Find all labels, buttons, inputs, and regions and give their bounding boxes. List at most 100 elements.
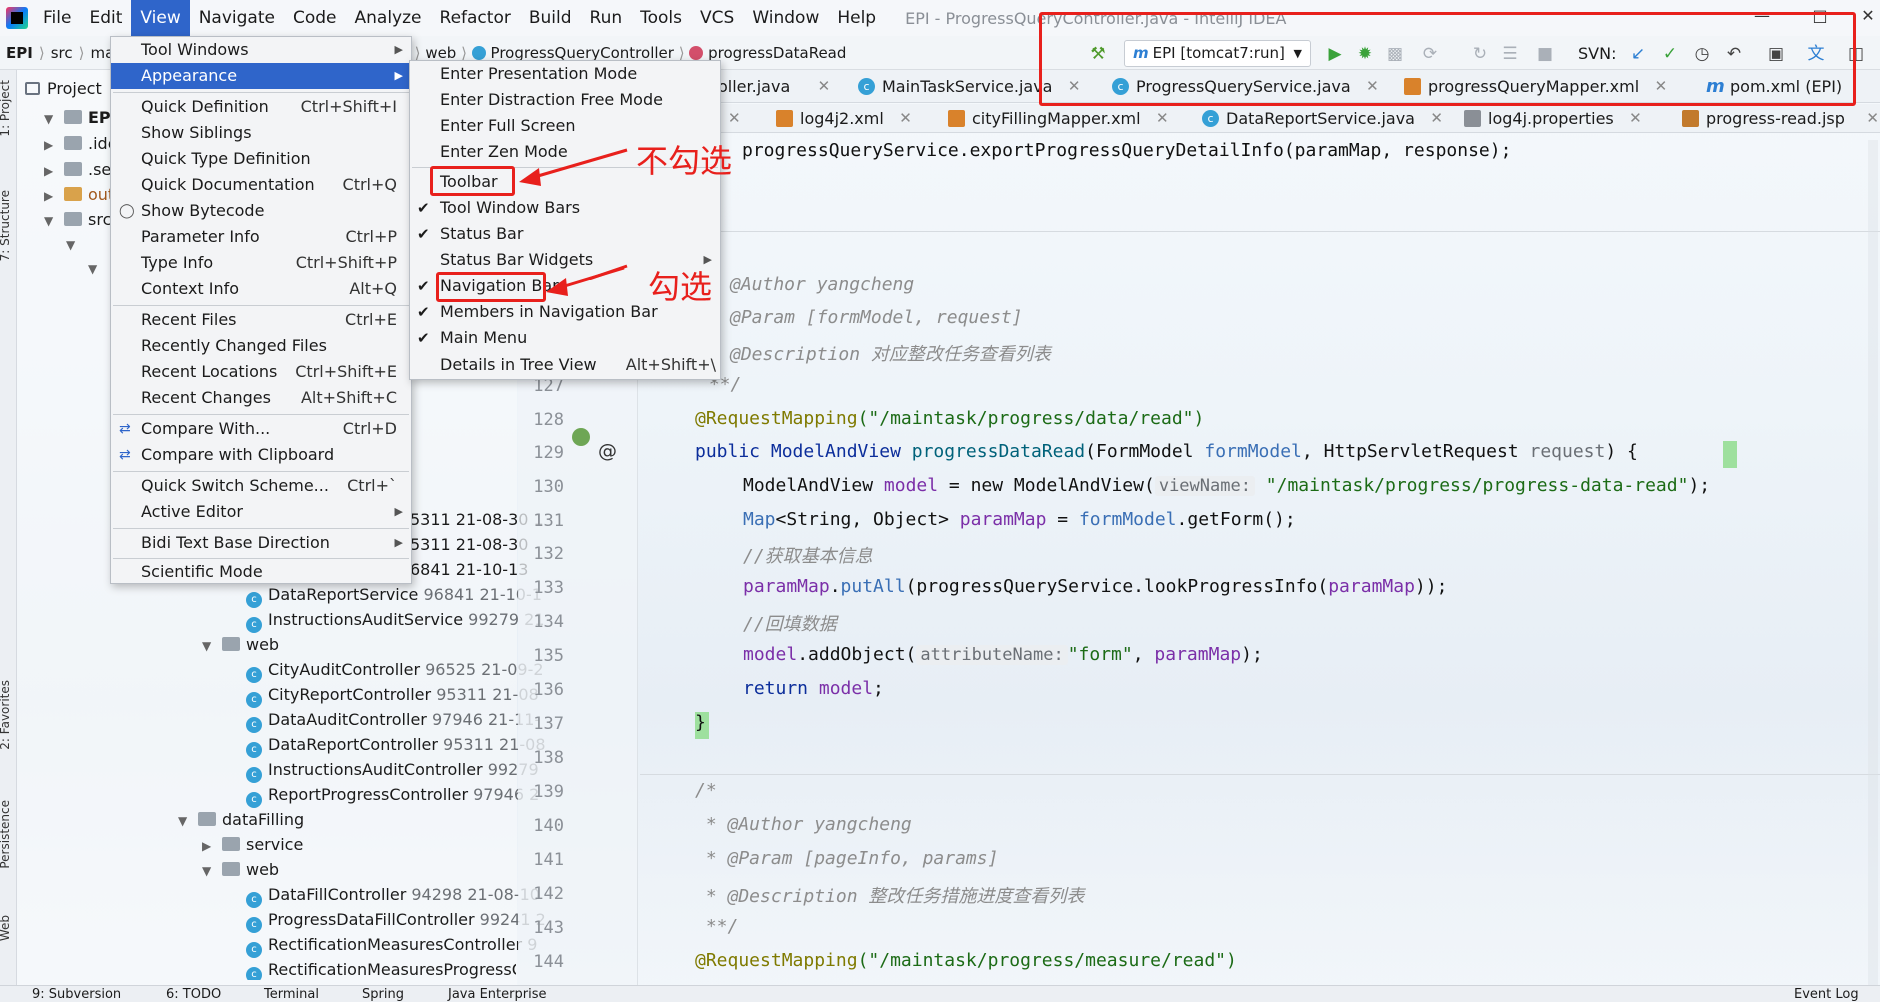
tree-node-service[interactable]: ▶ service [202, 833, 303, 857]
menu-analyze[interactable]: Analyze [346, 0, 431, 36]
tool-window-favorites[interactable]: 2: Favorites [0, 680, 12, 750]
status-spring[interactable]: Spring [362, 986, 404, 1002]
menu-item-active-editor[interactable]: Active Editor ▶ [111, 499, 411, 525]
spring-bean-gutter-icon[interactable] [572, 428, 590, 446]
code-line[interactable]: * @Param [pageInfo, params] [695, 848, 999, 869]
status-todo[interactable]: 6: TODO [166, 986, 221, 1002]
code-line[interactable]: @RequestMapping("/maintask/progress/meas… [695, 950, 1237, 971]
menu-item-distraction-free-mode[interactable]: Enter Distraction Free Mode [410, 87, 720, 113]
menu-item-quick-switch-scheme[interactable]: Quick Switch Scheme... Ctrl+` [111, 473, 411, 499]
tree-node-datafilling[interactable]: ▼ dataFilling [178, 808, 304, 832]
status-terminal[interactable]: Terminal [264, 986, 319, 1002]
tool-window-project[interactable]: 1: Project [0, 80, 12, 137]
menu-item-compare-with-clipboard[interactable]: ⇄ Compare with Clipboard [111, 442, 411, 468]
tree-node-collapsed[interactable]: ▼ [66, 232, 86, 256]
code-line[interactable]: * @Author yangcheng [695, 814, 912, 835]
tree-node-datafillcontroller[interactable]: c DataFillController 94298 21-08-10 [246, 883, 540, 908]
menu-item-type-info[interactable]: Type Info Ctrl+Shift+P [111, 250, 411, 276]
code-line[interactable]: model.addObject(attributeName: "form", pa… [743, 644, 1263, 665]
code-line[interactable]: /* [695, 780, 717, 801]
menu-code[interactable]: Code [284, 0, 346, 36]
menu-item-quick-documentation[interactable]: Quick Documentation Ctrl+Q [111, 172, 411, 198]
menu-item-compare-with[interactable]: ⇄ Compare With... Ctrl+D [111, 416, 411, 442]
menu-build[interactable]: Build [520, 0, 581, 36]
tab-log4j-properties[interactable]: log4j.properties ✕ [1464, 104, 1642, 133]
tree-node-settings[interactable]: ▶ .set [44, 158, 118, 182]
menu-item-show-bytecode[interactable]: ◯ Show Bytecode [111, 198, 411, 224]
breadcrumb-method[interactable]: progressDataRead [708, 44, 846, 62]
code-line[interactable]: @Author yangcheng [730, 274, 914, 295]
menu-item-show-siblings[interactable]: Show Siblings [111, 120, 411, 146]
tool-window-web[interactable]: Web [0, 915, 12, 941]
tab-cityfillingmapper[interactable]: cityFillingMapper.xml ✕ [948, 104, 1169, 133]
menu-help[interactable]: Help [828, 0, 885, 36]
code-line[interactable]: Map<String, Object> paramMap = formModel… [743, 509, 1296, 530]
status-java-enterprise[interactable]: Java Enterprise [448, 986, 546, 1002]
code-line[interactable]: @Description 对应整改任务查看列表 [730, 340, 1051, 366]
menu-item-parameter-info[interactable]: Parameter Info Ctrl+P [111, 224, 411, 250]
tree-node-src[interactable]: ▼ src [44, 208, 111, 232]
tree-node-progressdatafillcontroller[interactable]: c ProgressDataFillController 99241 2 [246, 908, 546, 933]
code-line[interactable]: return model; [743, 678, 884, 699]
menu-navigate[interactable]: Navigate [190, 0, 284, 36]
close-tab-icon[interactable]: ✕ [1156, 104, 1169, 133]
menu-item-quick-type-definition[interactable]: Quick Type Definition [111, 146, 411, 172]
menu-item-recent-locations[interactable]: Recent Locations Ctrl+Shift+E [111, 359, 411, 385]
tree-node-web[interactable]: ▼ web [202, 633, 279, 657]
menu-item-bidi-text-base-direction[interactable]: Bidi Text Base Direction ▶ [111, 530, 411, 556]
tab-log4j2[interactable]: log4j2.xml ✕ [776, 104, 912, 133]
tree-node-datareportcontroller[interactable]: c DataReportController 95311 21-08 [246, 733, 546, 758]
menu-item-context-info[interactable]: Context Info Alt+Q [111, 276, 411, 302]
menu-run[interactable]: Run [581, 0, 632, 36]
tree-node-rectificationmeasurescontroller[interactable]: cRectificationMeasuresController 9 [246, 933, 537, 958]
code-line[interactable]: public ModelAndView progressDataRead(For… [695, 441, 1638, 462]
menu-view[interactable]: View [131, 0, 190, 36]
menu-refactor[interactable]: Refactor [431, 0, 520, 36]
tree-node-collapsed[interactable]: ▼ [88, 256, 108, 280]
close-tab-icon[interactable]: ✕ [728, 104, 741, 133]
menu-file[interactable]: File [34, 0, 80, 36]
menu-item-main-menu[interactable]: ✔ Main Menu [410, 325, 720, 351]
menu-item-details-in-tree-view[interactable]: Details in Tree View Alt+Shift+\ [410, 352, 720, 378]
tool-window-structure[interactable]: 7: Structure [0, 190, 12, 261]
close-tab-icon[interactable]: ✕ [1866, 104, 1879, 133]
menu-item-tool-windows[interactable]: Tool Windows ▶ [111, 37, 411, 63]
tree-node-rectificationmeasuresprogress[interactable]: c RectificationMeasuresProgressCor [246, 958, 516, 980]
tree-node-cityreportcontroller[interactable]: c CityReportController 95311 21-08 [246, 683, 539, 708]
tab-controller[interactable]: oller.java ✕ [718, 70, 830, 103]
code-line[interactable]: @RequestMapping("/maintask/progress/data… [695, 408, 1204, 429]
close-tab-icon[interactable]: ✕ [899, 104, 912, 133]
close-tab-icon[interactable]: ✕ [818, 70, 831, 103]
close-tab-icon[interactable]: ✕ [1430, 104, 1443, 133]
menu-item-quick-definition[interactable]: Quick Definition Ctrl+Shift+I [111, 94, 411, 120]
menu-item-presentation-mode[interactable]: Enter Presentation Mode [410, 61, 720, 87]
tree-node-reportprogresscontroller[interactable]: c ReportProgressController 97946 2 [246, 783, 539, 808]
menu-item-scientific-mode[interactable]: Scientific Mode [111, 559, 411, 585]
code-line[interactable]: **/ [695, 916, 739, 937]
tab-datareportservice[interactable]: c DataReportService.java ✕ [1202, 104, 1443, 133]
code-line[interactable]: progressQueryService.exportProgressQuery… [742, 140, 1511, 161]
menu-tools[interactable]: Tools [631, 0, 691, 36]
menu-window[interactable]: Window [743, 0, 828, 36]
tab-maintaskservice[interactable]: c MainTaskService.java ✕ [858, 70, 1080, 103]
status-event-log[interactable]: Event Log [1794, 986, 1859, 1002]
tree-node-instructionsauditcontroller[interactable]: c InstructionsAuditController 99279 [246, 758, 539, 783]
tree-node-datareportservice[interactable]: c DataReportService 96841 21-10-1 [246, 583, 542, 608]
code-line[interactable]: @Param [formModel, request] [730, 307, 1023, 328]
tree-node-cityauditcontroller[interactable]: c CityAuditController 96525 21-09-2 [246, 658, 544, 683]
code-line[interactable]: //回填数据 [743, 610, 837, 636]
code-line[interactable]: //获取基本信息 [743, 542, 873, 568]
menu-item-appearance[interactable]: Appearance ▶ [111, 63, 411, 89]
code-line[interactable]: * @Description 整改任务措施进度查看列表 [695, 882, 1085, 908]
tree-node-web-2[interactable]: ▼ web [202, 858, 279, 882]
close-window-icon[interactable]: ✕ [1860, 8, 1876, 24]
tab-progress-read-jsp[interactable]: progress-read.jsp ✕ [1682, 104, 1879, 133]
tree-node-idea[interactable]: ▶ .ide [44, 132, 118, 156]
request-mapping-gutter-icon[interactable]: @ [598, 440, 617, 462]
breadcrumb-project[interactable]: EPI [0, 44, 39, 62]
menu-item-recently-changed-files[interactable]: Recently Changed Files [111, 333, 411, 359]
menu-edit[interactable]: Edit [80, 0, 131, 36]
tree-node-out[interactable]: ▶ out [44, 183, 114, 207]
editor-scrollbar[interactable] [1868, 140, 1878, 985]
tree-node-instructionsauditservice[interactable]: c InstructionsAuditService 99279 21 [246, 608, 545, 633]
